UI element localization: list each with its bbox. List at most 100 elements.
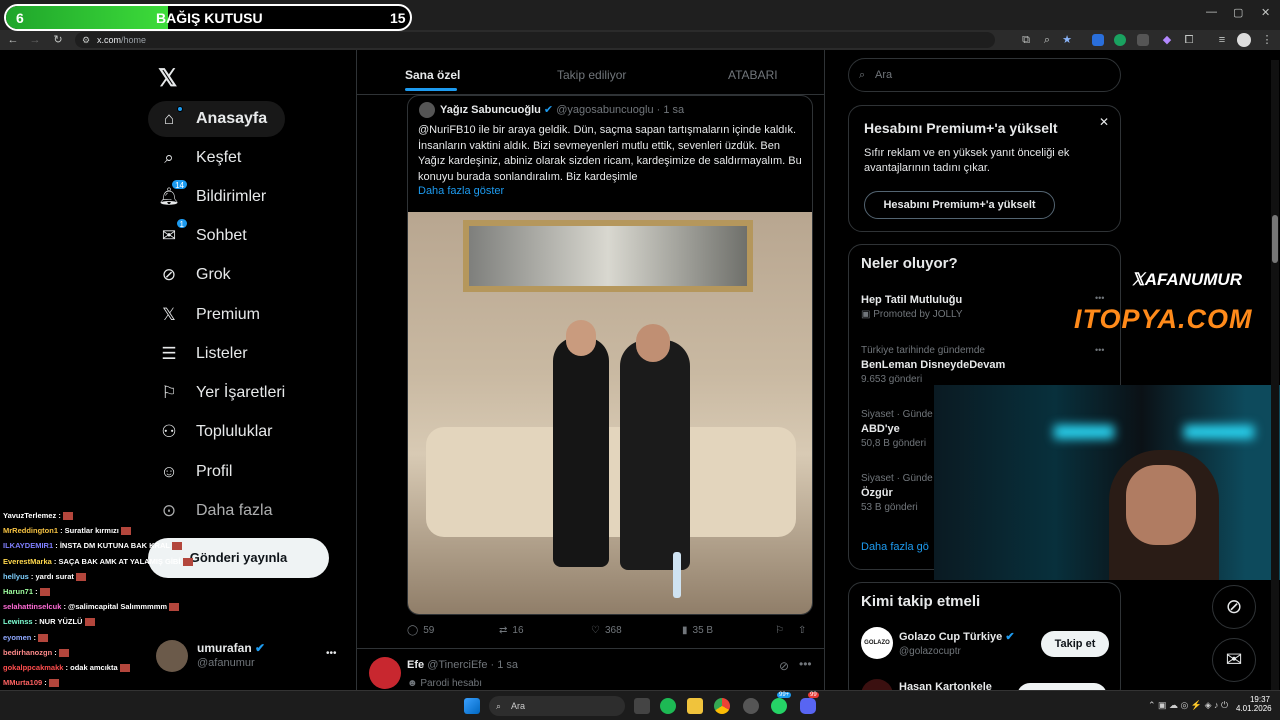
nav-notifications[interactable]: 🔔︎ 14 Bildirimler [148,179,276,215]
whatsapp-icon[interactable]: 99+ [771,692,792,714]
close-window-icon[interactable]: ✕ [1261,6,1270,19]
like-button[interactable]: ♡ 368 [591,625,622,636]
nav-lists[interactable]: ☰ Listeler [148,336,258,372]
tray-icons[interactable]: ⌃ ▣ ☁ ◎ ⚡ ◈ ♪ ⏻ [1148,700,1228,711]
back-icon[interactable]: ← [6,33,20,47]
profile-avatar-icon[interactable] [1237,33,1251,47]
nav-label: Anasayfa [196,110,268,127]
avatar[interactable]: GOLAZO [861,627,893,659]
reload-icon[interactable]: ↻ [51,33,65,47]
nav-grok[interactable]: ⊘ Grok [148,257,241,293]
close-icon[interactable]: ✕ [1099,115,1109,129]
extension-icon[interactable] [1114,34,1126,46]
site-info-icon[interactable]: ⚙ [79,33,93,47]
premium-upgrade-button[interactable]: Hesabını Premium+'a yükselt [864,191,1055,219]
nav-more[interactable]: ⊙ Daha fazla [148,493,283,529]
bookmark-star-icon[interactable]: ★ [1060,33,1074,47]
minimize-icon[interactable]: — [1206,6,1217,18]
task-view-icon[interactable] [634,698,650,714]
discord-icon[interactable]: 99 [800,692,819,714]
show-more-link[interactable]: Daha fazla göster [418,185,504,197]
views-button[interactable]: ▮ 35 B [682,625,713,636]
share-button[interactable]: ⇧ [798,625,806,636]
app-icon[interactable] [743,698,759,714]
extensions-puzzle-icon[interactable]: ⧠ [1182,33,1196,47]
trend-item[interactable]: Hep Tatil Mutluluğu ▣ Promoted by JOLLY [861,294,963,320]
follow-button[interactable]: Takip et [1041,631,1109,657]
chat-message: gokalppcakmakk : odak amcıkta [3,663,130,673]
chat-message: ILKAYDEMIR1 : İNSTA DM KUTUNA BAK KRAL [3,541,182,551]
avatar [419,102,435,118]
nav-messages[interactable]: ✉ 1 Sohbet [148,218,257,254]
clock[interactable]: 19:37 4.01.2026 [1236,695,1272,713]
nav-home[interactable]: ⌂ Anasayfa [148,101,285,137]
donation-right-value: 15 [390,10,406,26]
bookmark-icon: ⚐ [161,383,177,402]
trend-item[interactable]: Siyaset · Günde Özgür 53 B gönderi [861,473,933,513]
grok-icon[interactable]: ⊘ [779,659,789,673]
windows-start-icon[interactable] [464,698,480,714]
messages-fab-icon[interactable]: ✉ [1212,638,1256,682]
tab-atabari[interactable]: ATABARI [728,68,778,82]
nav-profile[interactable]: ☺ Profil [148,454,242,490]
trend-sub: 50,8 B gönderi [861,438,927,449]
emote-icon [182,557,193,566]
more-icon[interactable]: ••• [1095,293,1104,303]
repost-button[interactable]: ⇄ 16 [499,625,524,636]
tab-following[interactable]: Takip ediliyor [557,68,626,82]
extension-icon[interactable] [1137,34,1149,46]
address-bar[interactable]: ⚙ x.com/home [75,32,995,48]
taskbar-search[interactable]: ⌕ Ara [489,696,625,716]
extension-icon[interactable]: ◆ [1160,33,1174,47]
maximize-icon[interactable]: ▢ [1233,6,1243,19]
tab-search-icon[interactable]: ≡ [1215,33,1229,47]
account-name[interactable]: umurafan ✔ [197,641,265,655]
nav-premium[interactable]: 𝕏 Premium [148,297,270,333]
scrollbar-thumb[interactable] [1272,215,1278,263]
post-photo[interactable] [408,212,812,614]
trend-name: ABD'ye [861,423,900,435]
search-placeholder: Ara [875,69,893,81]
chat-text: SAÇA BAK AMK AT YALAMIŞ GİBİ [58,556,181,566]
browser-menu-icon[interactable]: ⋮ [1260,33,1274,47]
post-author-name[interactable]: Efe [407,659,424,671]
reply-button[interactable]: ◯ 59 [407,625,434,636]
forward-icon[interactable]: → [28,33,42,47]
show-more-link[interactable]: Daha fazla gö [861,541,929,553]
extension-icon[interactable] [1092,34,1104,46]
more-icon[interactable]: ••• [799,657,812,671]
scrollbar[interactable] [1271,60,1279,690]
bookmark-button[interactable]: ⚐ [775,625,784,636]
emote-icon [48,679,59,688]
nav-bookmarks[interactable]: ⚐ Yer İşaretleri [148,375,295,411]
bookmark-icon: ⚐ [775,625,784,636]
clock-date: 4.01.2026 [1236,704,1272,713]
avatar[interactable] [369,657,401,689]
search-input[interactable]: ⌕ Ara [848,58,1121,92]
cast-icon[interactable]: ⧉ [1019,33,1033,47]
nav-label: Sohbet [196,227,247,244]
trend-item[interactable]: Türkiye tarihinde gündemde BenLeman Disn… [861,345,1005,385]
quoted-post[interactable]: Yağız Sabuncuoğlu ✔ @yagosabuncuoglu · 1… [407,95,813,615]
zoom-icon[interactable]: ⌕ [1040,33,1054,47]
chrome-icon[interactable] [714,698,730,714]
quote-handle: @yagosabuncuoglu [556,104,654,116]
chat-message: Harun71 : [3,587,50,597]
tab-for-you[interactable]: Sana özel [405,68,460,82]
nav-explore[interactable]: ⌕ Keşfet [148,140,251,176]
trend-item[interactable]: Siyaset · Günde ABD'ye 50,8 B gönderi [861,409,933,449]
spotify-icon[interactable] [660,698,676,714]
grok-fab-icon[interactable]: ⊘ [1212,585,1256,629]
person-icon: ☺ [160,462,178,481]
premium-body: Sıfır reklam ve en yüksek yanıt önceliği… [864,147,1070,174]
account-more-icon[interactable]: ••• [326,648,337,659]
parody-label: ☻ Parodi hesabı [407,678,482,689]
x-logo-icon[interactable]: 𝕏 [158,64,177,93]
avatar[interactable] [156,640,188,672]
nav-communities[interactable]: ⚇ Topluluklar [148,414,282,450]
follow-suggestion-name[interactable]: Golazo Cup Türkiye ✔ [899,630,1015,643]
more-icon[interactable]: ••• [1095,345,1104,355]
file-explorer-icon[interactable] [687,698,703,714]
chat-user: ILKAYDEMIR1 [3,541,54,551]
chat-user: gokalppcakmakk [3,663,64,672]
